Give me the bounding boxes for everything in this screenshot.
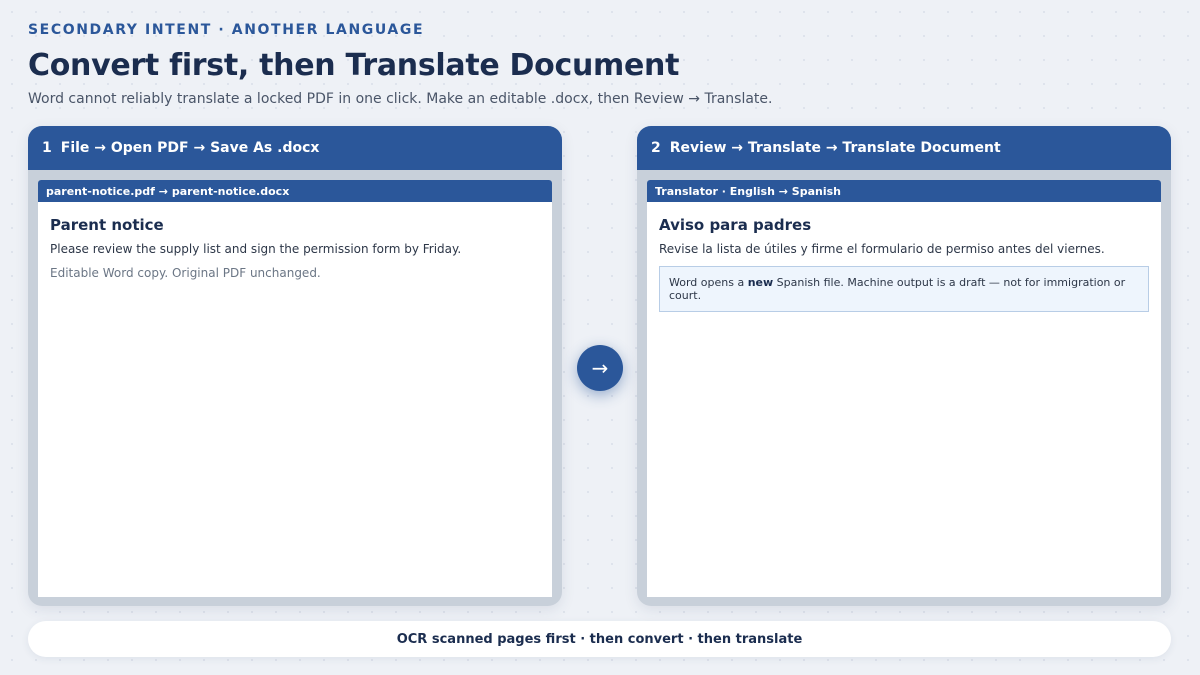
callout-text-pre: Word opens a [669,276,748,289]
page-title: Convert first, then Translate Document [28,48,680,83]
step1-document: parent-notice.pdf → parent-notice.docx P… [38,180,552,597]
step1-label: File → Open PDF → Save As .docx [60,140,320,156]
step2-header: 2 Review → Translate → Translate Documen… [637,126,1171,170]
step1-doc-body: Parent notice Please review the supply l… [38,202,552,294]
step2-document: Translator · English → Spanish Aviso par… [647,180,1161,597]
step1-doc-text: Please review the supply list and sign t… [50,242,462,256]
arrow-glyph: → [591,356,609,380]
step2-label: Review → Translate → Translate Document [669,140,1001,156]
step2-doc-heading: Aviso para padres [659,216,812,234]
callout-text-bold: new [747,276,774,289]
step2-number: 2 [651,140,661,156]
arrow-right-icon[interactable]: → [577,345,623,391]
step1-header: 1 File → Open PDF → Save As .docx [28,126,562,170]
footer-text: OCR scanned pages first · then convert ·… [396,631,803,647]
footer-tip: OCR scanned pages first · then convert ·… [28,621,1171,657]
step1-doc-bar: parent-notice.pdf → parent-notice.docx [38,180,552,202]
step2-doc-text: Revise la lista de útiles y firme el for… [659,242,1105,256]
page-subtitle: Word cannot reliably translate a locked … [28,91,773,107]
step2-doc-bar: Translator · English → Spanish [647,180,1161,202]
step1-panel: 1 File → Open PDF → Save As .docx parent… [28,126,562,606]
eyebrow-label: SECONDARY INTENT · ANOTHER LANGUAGE [28,22,425,38]
draft-warning-callout: Word opens a new Spanish file. Machine o… [659,266,1149,312]
step1-doc-heading: Parent notice [50,216,164,234]
step2-doc-body: Aviso para padres Revise la lista de úti… [647,202,1161,326]
step2-panel: 2 Review → Translate → Translate Documen… [637,126,1171,606]
step1-doc-note: Editable Word copy. Original PDF unchang… [50,266,321,280]
step1-number: 1 [42,140,52,156]
